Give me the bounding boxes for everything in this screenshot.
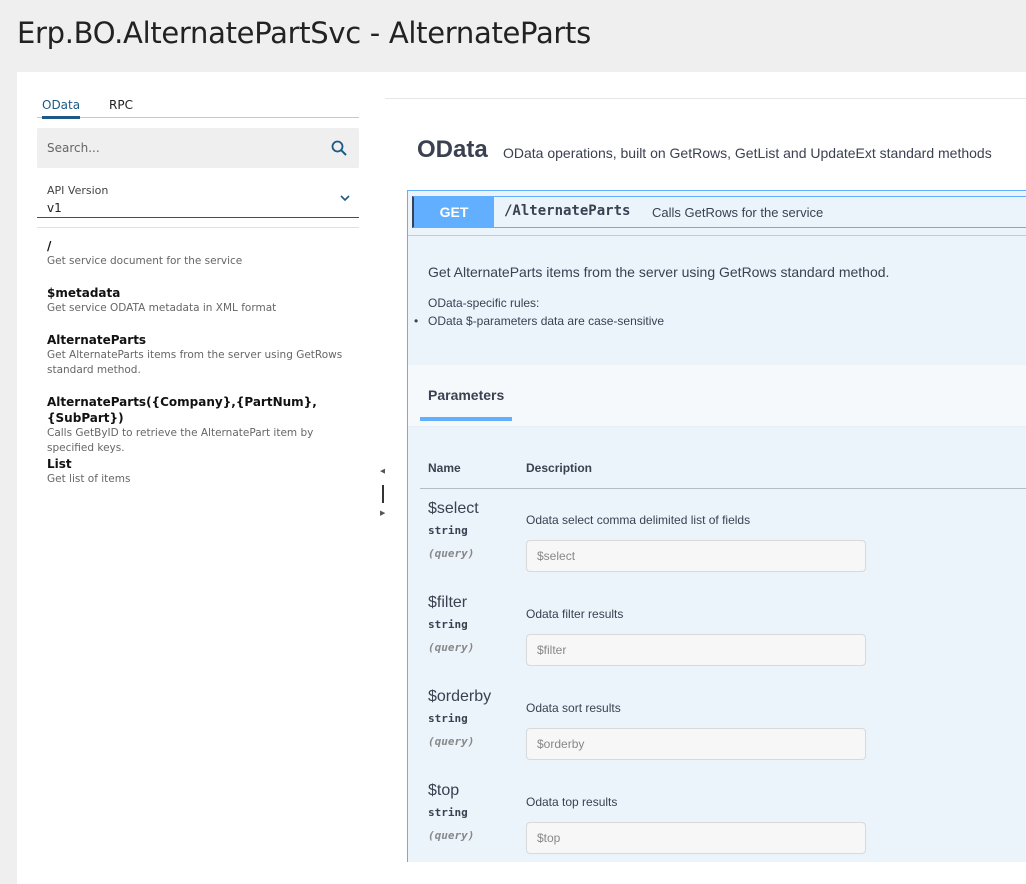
- parameter-description: Odata select comma delimited list of fie…: [526, 513, 751, 527]
- search-input[interactable]: Search...: [47, 141, 100, 155]
- api-version-select[interactable]: API Version v1: [37, 178, 359, 218]
- filter-input[interactable]: [526, 634, 866, 666]
- api-version-label: API Version: [47, 184, 109, 197]
- parameters-header: Parameters: [408, 365, 1026, 427]
- endpoint-item-metadata[interactable]: $metadata Get service ODATA metadata in …: [47, 285, 347, 316]
- parameter-location: (query): [428, 641, 475, 654]
- parameter-description: Odata filter results: [526, 607, 624, 621]
- parameter-row: $filter string (query) Odata filter resu…: [408, 594, 1026, 688]
- column-header-name: Name: [428, 461, 461, 475]
- splitter-bar[interactable]: [382, 485, 384, 503]
- parameter-type: string: [428, 618, 468, 631]
- method-badge: GET: [414, 197, 494, 227]
- operation-summary-desc: Calls GetRows for the service: [652, 205, 824, 220]
- search-icon[interactable]: [331, 140, 347, 156]
- rules-heading: OData-specific rules:: [428, 296, 540, 310]
- orderby-input[interactable]: [526, 728, 866, 760]
- main-content: OData OData operations, built on GetRows…: [385, 72, 1026, 884]
- endpoint-item-alternateparts-by-key[interactable]: AlternateParts({Company},{PartNum},{SubP…: [47, 394, 347, 456]
- endpoint-title[interactable]: AlternateParts: [47, 332, 347, 348]
- operation-summary[interactable]: GET /AlternateParts Calls GetRows for th…: [412, 196, 1026, 228]
- parameter-type: string: [428, 524, 468, 537]
- parameter-description: Odata top results: [526, 795, 618, 809]
- column-header-description: Description: [526, 461, 593, 475]
- api-version-value[interactable]: v1: [47, 201, 62, 215]
- parameter-name: $orderby: [428, 688, 492, 705]
- parameter-row: $orderby string (query) Odata sort resul…: [408, 688, 1026, 782]
- endpoint-desc: Get service document for the service: [47, 255, 243, 267]
- divider: [420, 488, 1026, 489]
- sidebar-tabs: OData RPC: [37, 96, 359, 119]
- divider: [385, 98, 1026, 99]
- parameter-location: (query): [428, 829, 475, 842]
- parameter-type: string: [428, 712, 468, 725]
- parameter-row: $select string (query) Odata select comm…: [408, 500, 1026, 594]
- divider: [408, 235, 1026, 236]
- divider: [37, 227, 359, 228]
- content-panel: OData RPC Search... API Version v1 / Get…: [17, 72, 1026, 884]
- search-box[interactable]: Search...: [37, 128, 359, 168]
- select-input[interactable]: [526, 540, 866, 572]
- parameter-name: $top: [428, 782, 460, 799]
- top-input[interactable]: [526, 822, 866, 854]
- endpoint-item-root[interactable]: / Get service document for the service: [47, 238, 347, 269]
- endpoint-item-alternateparts[interactable]: AlternateParts Get AlternateParts items …: [47, 332, 347, 378]
- section-description: OData operations, built on GetRows, GetL…: [503, 145, 992, 161]
- parameter-location: (query): [428, 735, 475, 748]
- operation-path: /AlternateParts: [504, 203, 631, 219]
- parameter-row: $top string (query) Odata top results: [408, 782, 1026, 876]
- parameter-type: string: [428, 806, 468, 819]
- sidebar: OData RPC Search... API Version v1 / Get…: [17, 72, 385, 884]
- section-title[interactable]: OData: [417, 136, 488, 164]
- endpoint-title[interactable]: $metadata: [47, 285, 347, 301]
- endpoint-title[interactable]: AlternateParts({Company},{PartNum},{SubP…: [47, 394, 347, 426]
- rules-list-item: OData $-parameters data are case-sensiti…: [414, 314, 664, 328]
- endpoint-desc: Get AlternateParts items from the server…: [47, 349, 343, 376]
- parameter-name: $filter: [428, 594, 468, 611]
- chevron-down-icon[interactable]: [339, 192, 351, 204]
- endpoint-title[interactable]: /: [47, 238, 347, 254]
- endpoint-item-list[interactable]: List Get list of items: [47, 456, 347, 487]
- page-title: Erp.BO.AlternatePartSvc - AlternateParts: [17, 16, 591, 50]
- operation-description: Get AlternateParts items from the server…: [428, 264, 890, 280]
- endpoint-desc: Calls GetByID to retrieve the AlternateP…: [47, 427, 314, 454]
- endpoint-title[interactable]: List: [47, 456, 347, 472]
- tab-parameters[interactable]: Parameters: [420, 387, 512, 421]
- endpoint-desc: Get list of items: [47, 473, 131, 485]
- tab-rpc[interactable]: RPC: [109, 98, 133, 117]
- endpoint-desc: Get service ODATA metadata in XML format: [47, 302, 277, 314]
- parameter-description: Odata sort results: [526, 701, 621, 715]
- parameter-name: $select: [428, 500, 479, 517]
- tab-odata[interactable]: OData: [42, 98, 81, 119]
- operation-block: GET /AlternateParts Calls GetRows for th…: [407, 190, 1026, 862]
- parameter-location: (query): [428, 547, 475, 560]
